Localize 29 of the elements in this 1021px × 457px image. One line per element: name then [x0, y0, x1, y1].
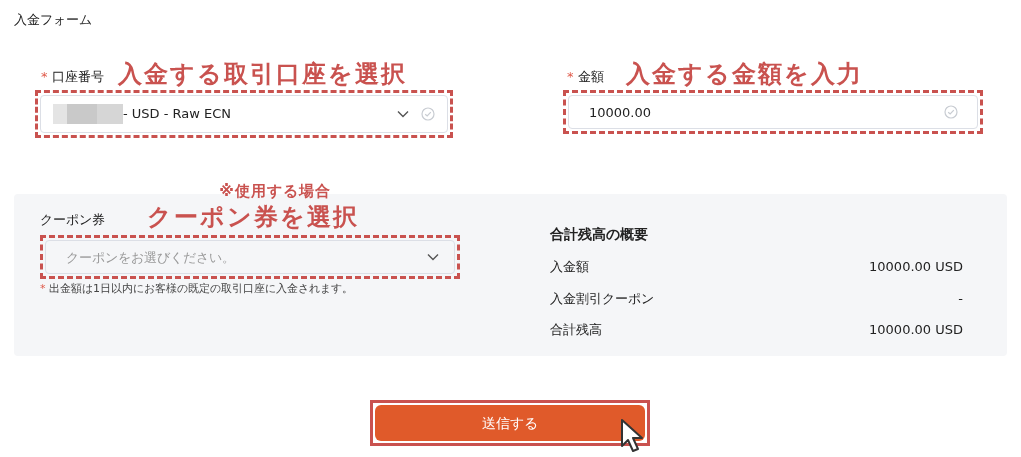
annotation: ※使用する場合	[219, 184, 331, 199]
select-value: - USD - Raw ECN	[123, 105, 233, 124]
chevron-down-icon	[397, 110, 409, 118]
coupon-select[interactable]: クーポンをお選びください。	[45, 240, 455, 274]
footnote: * 出金額は1日以内にお客様の既定の取引口座に入金されます。	[40, 281, 354, 297]
check-circle-icon	[421, 107, 435, 121]
account-select[interactable]: - USD - Raw ECN	[40, 95, 448, 133]
cursor-icon	[620, 418, 646, 454]
page-title: 入金フォーム	[14, 11, 92, 29]
summary-value: -	[958, 289, 963, 308]
field-label: クーポン券	[40, 210, 105, 229]
field-label: 口座番号	[51, 67, 104, 86]
summary-label: 入金割引クーポン	[550, 289, 654, 308]
summary-value: 10000.00 USD	[869, 321, 963, 339]
amount-field[interactable]: 10000.00	[568, 95, 978, 129]
submit-button[interactable]: 送信する	[375, 405, 645, 441]
summary-title: 合計残高の概要	[550, 225, 649, 244]
annotation: 入金する金額を入力	[625, 62, 863, 86]
field-label: 金額	[577, 67, 604, 86]
required-mark: *	[41, 67, 48, 86]
chevron-down-icon	[427, 253, 439, 261]
required-mark: *	[567, 67, 574, 86]
annotation: クーポン券を選択	[147, 205, 359, 229]
annotation: 入金する取引口座を選択	[117, 62, 407, 86]
summary-label: 入金額	[550, 258, 589, 276]
summary-value: 10000.00 USD	[869, 258, 963, 276]
summary-label: 合計残高	[550, 321, 602, 339]
redaction-block	[53, 104, 123, 124]
check-circle-icon	[944, 105, 958, 119]
